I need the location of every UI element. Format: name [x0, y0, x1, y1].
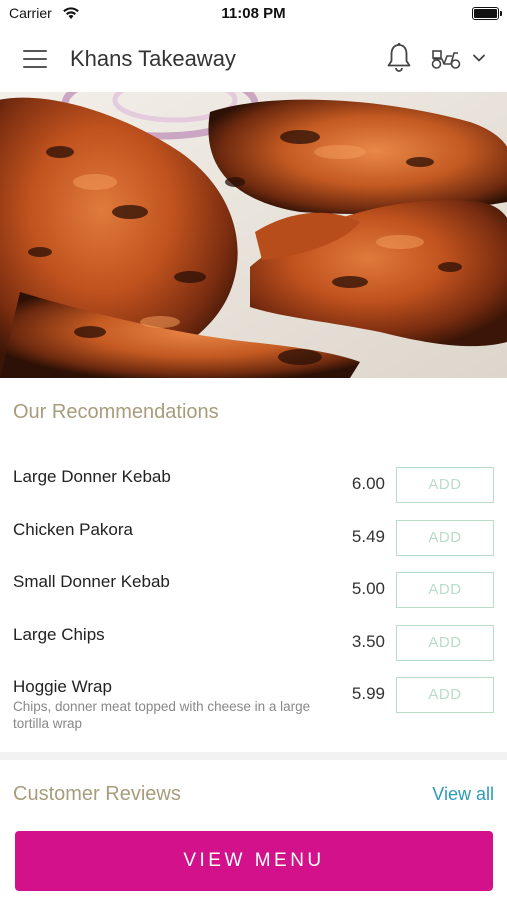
menu-icon[interactable]: [23, 50, 47, 70]
app-header: Khans Takeaway: [0, 28, 507, 92]
item-name: Chicken Pakora: [13, 520, 134, 539]
food-photo: [0, 92, 507, 378]
view-menu-button[interactable]: VIEW MENU: [15, 831, 493, 891]
item-price: 3.50: [351, 632, 385, 651]
add-button[interactable]: ADD: [396, 467, 494, 503]
section-divider: [0, 752, 507, 760]
status-bar: Carrier 11:08 PM: [0, 0, 507, 28]
status-time: 11:08 PM: [221, 5, 286, 22]
item-name: Small Donner Kebab: [13, 572, 170, 591]
reviews-title: Customer Reviews: [13, 783, 181, 805]
page-title: Khans Takeaway: [70, 46, 236, 71]
add-button[interactable]: ADD: [396, 625, 494, 661]
add-button[interactable]: ADD: [396, 572, 494, 608]
item-description: Chips, donner meat topped with cheese in…: [13, 699, 311, 731]
add-button[interactable]: ADD: [396, 677, 494, 713]
item-name: Large Donner Kebab: [13, 467, 171, 486]
chevron-down-icon[interactable]: [472, 52, 486, 64]
bell-icon[interactable]: [385, 42, 413, 74]
item-price: 5.00: [351, 579, 385, 598]
battery-icon: [472, 7, 502, 20]
add-button[interactable]: ADD: [396, 520, 494, 556]
hero-image: [0, 92, 507, 378]
recommendations-title: Our Recommendations: [13, 401, 219, 423]
item-price: 5.99: [351, 684, 385, 703]
item-name: Large Chips: [13, 625, 105, 644]
scooter-icon[interactable]: [430, 44, 462, 72]
item-price: 5.49: [351, 527, 385, 546]
view-all-link[interactable]: View all: [432, 784, 494, 805]
item-name: Hoggie Wrap: [13, 677, 112, 696]
item-price: 6.00: [351, 474, 385, 493]
